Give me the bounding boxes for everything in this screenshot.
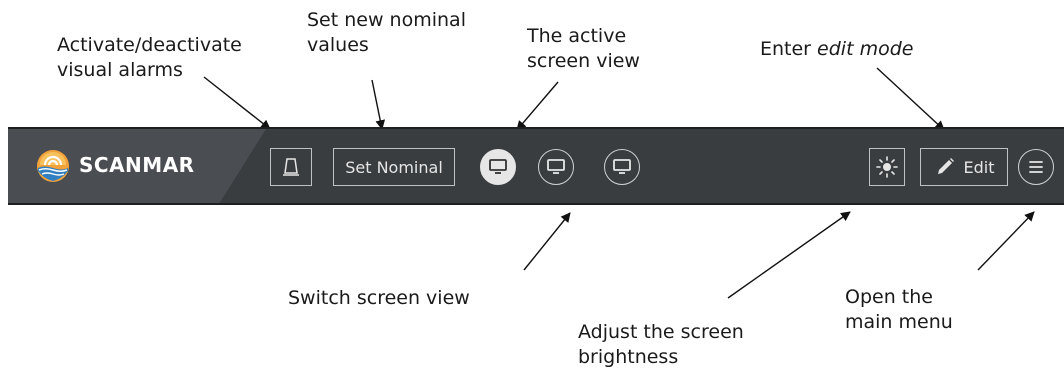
hamburger-menu-icon [1029,161,1043,173]
sun-icon [876,156,898,178]
callout-switch-view-text: Switch screen view [288,287,470,309]
visual-alarm-toggle-button[interactable] [270,148,312,186]
arrow-visual-alarms [203,76,271,130]
brand-name: SCANMAR [79,153,195,177]
callout-switch-view: Switch screen view [288,286,470,311]
callout-set-nominal: Set new nominal values [307,8,466,58]
edit-label: Edit [963,157,995,177]
callout-visual-alarms: Activate/deactivate visual alarms [57,33,242,83]
callout-edit-mode-prefix: Enter [760,38,818,60]
screen-view-1-button[interactable] [480,149,516,185]
callout-edit-mode: Enter edit mode [760,37,913,62]
screen-view-2-button[interactable] [538,149,574,185]
brightness-button[interactable] [869,148,905,186]
callout-main-menu: Open the main menu [845,285,953,335]
monitor-icon [547,159,565,174]
callout-brightness-line2: brightness [578,346,679,368]
callout-brightness-line1: Adjust the screen [578,321,744,343]
arrow-main-menu [977,211,1035,271]
callout-visual-alarms-line1: Activate/deactivate [57,34,242,56]
top-toolbar: SCANMAR Set Nominal Edit [8,127,1064,205]
callout-edit-mode-italic: edit mode [817,38,914,60]
main-menu-button[interactable] [1018,149,1054,185]
arrow-active-view [516,81,559,131]
screen-view-3-button[interactable] [604,149,640,185]
arrow-set-nominal [371,79,386,130]
set-nominal-button[interactable]: Set Nominal [333,148,455,186]
arrow-brightness [727,211,851,299]
callout-set-nominal-line2: values [307,34,369,56]
arrow-switch-view [523,212,571,271]
callout-main-menu-line1: Open the [845,286,933,308]
callout-main-menu-line2: main menu [845,311,953,333]
callout-visual-alarms-line2: visual alarms [57,59,183,81]
edit-button[interactable]: Edit [920,148,1008,186]
set-nominal-label: Set Nominal [345,157,443,177]
alarm-beacon-icon [283,158,299,176]
pencil-icon [937,158,954,174]
callout-brightness: Adjust the screen brightness [578,320,744,370]
monitor-icon [489,159,507,174]
monitor-icon [613,159,631,174]
callout-active-view: The active screen view [527,24,640,74]
scanmar-logo-icon [37,150,69,182]
arrow-edit-mode [876,67,945,131]
callout-active-view-line2: screen view [527,50,640,72]
callout-set-nominal-line1: Set new nominal [307,9,466,31]
callout-active-view-line1: The active [527,25,627,47]
